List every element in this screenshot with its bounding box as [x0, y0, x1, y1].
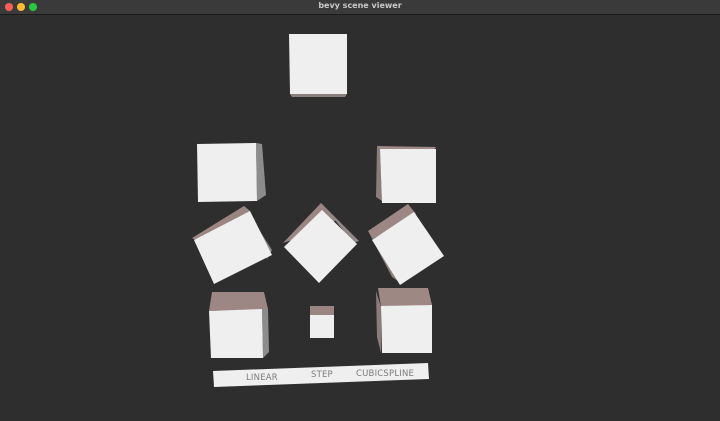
app-window: bevy scene viewer LINEAR STEP CUBICSPLIN…	[0, 0, 720, 421]
scene-canvas: LINEAR STEP CUBICSPLINE	[192, 34, 444, 387]
window-title: bevy scene viewer	[318, 1, 402, 10]
cube-row3-right	[376, 288, 432, 353]
cube-row1-right	[376, 146, 436, 203]
label-linear: LINEAR	[246, 373, 278, 383]
cube-row2-center	[283, 203, 359, 283]
title-bar: bevy scene viewer	[0, 0, 720, 15]
label-cubicspline: CUBICSPLINE	[356, 369, 414, 379]
scene-viewport[interactable]: LINEAR STEP CUBICSPLINE	[0, 15, 720, 421]
cube-row3-left	[209, 292, 269, 358]
cube-row2-right	[368, 204, 444, 285]
cube-row1-left	[197, 143, 266, 202]
label-step: STEP	[311, 370, 333, 380]
cube-row2-left	[192, 206, 272, 284]
cube-row3-center	[310, 306, 334, 338]
interpolation-label-panel: LINEAR STEP CUBICSPLINE	[213, 363, 429, 387]
cube-top-center	[289, 34, 347, 97]
